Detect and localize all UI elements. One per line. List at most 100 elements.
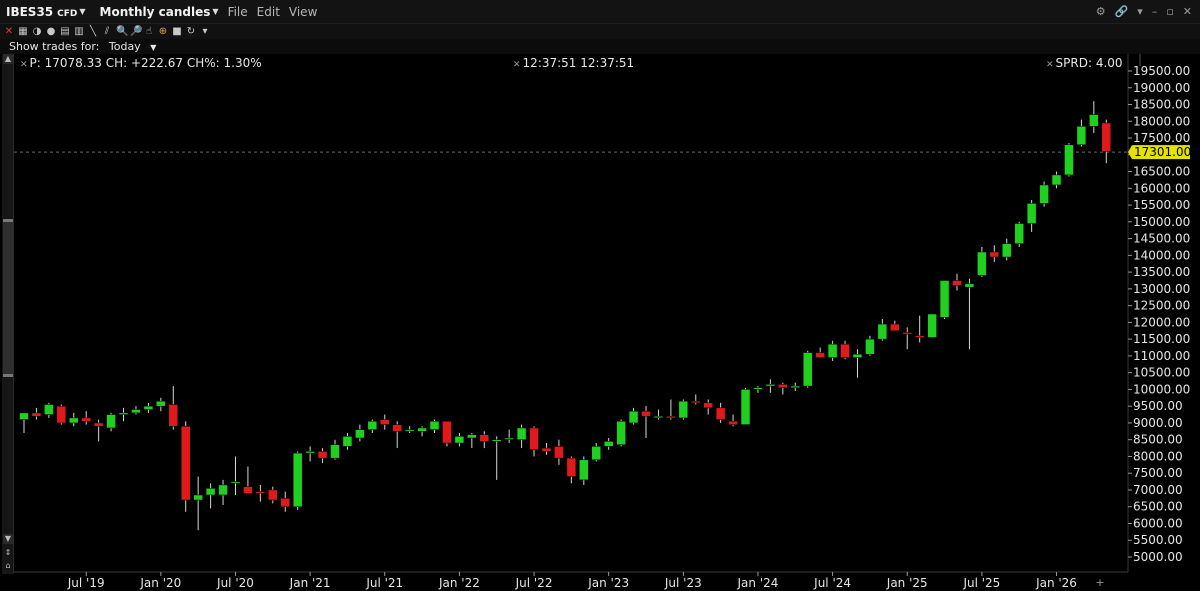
spread-close-icon[interactable]: ✕ [1046, 60, 1054, 70]
candle-up [616, 421, 626, 445]
title-bar: IBES35 CFD ▼ Monthly candles ▼ File Edit … [0, 0, 1200, 24]
period-dropdown-icon[interactable]: ▼ [212, 7, 218, 16]
candle-up [852, 353, 863, 358]
dropdown-icon[interactable]: ▾ [1137, 5, 1143, 18]
scroll-thumb[interactable] [3, 219, 13, 377]
candlestick-chart[interactable]: 5000.00 5500.00 6000.00 6500.00 7000.00 7500.… [0, 54, 1200, 591]
time-close-icon[interactable]: ✕ [513, 60, 521, 70]
y-tick-label: 12000.00 [1133, 315, 1190, 329]
zoom-icon[interactable]: 🔍 [116, 26, 128, 37]
candle-down [728, 421, 738, 425]
x-tick-label: Jul '25 [962, 576, 1000, 590]
scroll-up-icon[interactable]: ▲ [3, 54, 13, 64]
candle-down [815, 352, 825, 358]
candle-up [628, 410, 639, 424]
candle-up [504, 437, 514, 440]
y-tick-label: 13000.00 [1133, 282, 1190, 296]
circle-icon[interactable]: ● [46, 26, 56, 37]
candle-down [268, 489, 278, 501]
price-info: ✕ P: 17078.33 CH: +222.67 CH%: 1.30% [20, 56, 262, 70]
x-tick-label: Jan '24 [737, 576, 779, 590]
candle-down [56, 405, 67, 424]
candle-up [131, 409, 141, 414]
candle-down [243, 486, 253, 494]
symbol-type: CFD [57, 8, 78, 19]
candle-up [205, 488, 216, 496]
menu-view[interactable]: View [289, 5, 317, 19]
reload-icon[interactable]: ↻ [186, 26, 196, 37]
candle-up [591, 446, 601, 461]
y-tick-label: 12500.00 [1133, 299, 1190, 313]
refresh-icon[interactable]: ◑ [32, 26, 42, 37]
restore-icon[interactable]: ▫ [1166, 5, 1173, 18]
toolbar-dropdown-icon[interactable]: ▾ [200, 26, 210, 37]
table-icon[interactable]: ▤ [60, 26, 70, 37]
y-tick-label: 13500.00 [1133, 265, 1190, 279]
candle-up [1076, 126, 1087, 145]
y-tick-label: 6000.00 [1133, 516, 1183, 530]
candle-up [765, 384, 776, 387]
price-info-text: P: 17078.33 CH: +222.67 CH%: 1.30% [29, 56, 262, 70]
candle-up [877, 323, 888, 340]
scroll-split-icon[interactable]: ⇕ [3, 548, 13, 558]
symbol-selector[interactable]: IBES35 CFD [6, 5, 77, 19]
candle-up [342, 436, 353, 447]
chart-area[interactable]: 5000.00 5500.00 6000.00 6500.00 7000.00 7500.… [0, 54, 1200, 591]
minimize-icon[interactable]: – [1152, 5, 1158, 18]
gear-icon[interactable]: ⚙ [1096, 5, 1106, 18]
crosshair-icon[interactable]: ⊕ [158, 26, 168, 37]
candle-up [827, 343, 838, 358]
x-tick-label: Jul '23 [664, 576, 702, 590]
candle-up [678, 400, 689, 419]
show-trades-select[interactable]: Today [109, 40, 141, 53]
candle-up [355, 429, 365, 439]
menu-edit[interactable]: Edit [257, 5, 280, 19]
candle-down [554, 446, 564, 459]
grid-icon[interactable]: ▥ [74, 26, 84, 37]
candle-down [902, 332, 912, 335]
candle-up [429, 421, 440, 430]
lock-icon[interactable]: ⌂ [3, 561, 13, 571]
y-tick-label: 5000.00 [1133, 550, 1183, 564]
y-tick-label: 9500.00 [1133, 399, 1183, 413]
candle-up [118, 412, 129, 415]
period-selector[interactable]: Monthly candles [100, 5, 211, 19]
menu-file[interactable]: File [228, 5, 248, 19]
collapse-icon[interactable]: ✕ [20, 60, 28, 70]
y-tick-label: 15000.00 [1133, 215, 1190, 229]
candle-down [989, 251, 1000, 258]
time-axis-more-icon: + [1095, 576, 1104, 589]
y-tick-label: 17500.00 [1133, 131, 1190, 145]
show-trades-dropdown-icon[interactable]: ▼ [150, 43, 156, 52]
x-tick-label: Jul '22 [515, 576, 553, 590]
candle-down [479, 434, 490, 442]
channel-icon[interactable]: ⫽ [102, 26, 112, 37]
candle-down [280, 498, 290, 507]
close-icon[interactable]: ✕ [1183, 5, 1192, 18]
x-tick-label: Jan '21 [289, 576, 331, 590]
trend-line-icon[interactable]: ╲ [88, 26, 98, 37]
candle-up [516, 427, 527, 440]
candle-down [317, 451, 328, 459]
delete-icon[interactable]: ✕ [4, 26, 14, 37]
y-tick-label: 8500.00 [1133, 433, 1183, 447]
candle-up [143, 405, 154, 410]
candle-up [106, 414, 116, 429]
y-tick-label: 16000.00 [1133, 181, 1190, 195]
chart-icon[interactable]: ▦ [18, 26, 28, 37]
vertical-scrollbar[interactable]: ▲ ▼ ⇕ ⌂ [2, 54, 14, 574]
candle-up [790, 385, 801, 388]
candle-up [44, 404, 54, 415]
link-icon[interactable]: 🔗 [1115, 5, 1129, 18]
candle-down [778, 384, 788, 388]
square-icon[interactable]: ■ [172, 26, 182, 37]
zoom-out-icon[interactable]: 🔎 [130, 26, 142, 37]
candle-down [180, 426, 191, 501]
pointer-icon[interactable]: ☝ [144, 26, 154, 37]
y-tick-label: 19500.00 [1133, 64, 1190, 78]
x-tick-label: Jan '23 [587, 576, 629, 590]
scroll-down-icon[interactable]: ▼ [3, 534, 13, 544]
y-tick-label: 18500.00 [1133, 98, 1190, 112]
symbol-dropdown-icon[interactable]: ▼ [79, 7, 85, 16]
y-tick-label: 11000.00 [1133, 349, 1190, 363]
